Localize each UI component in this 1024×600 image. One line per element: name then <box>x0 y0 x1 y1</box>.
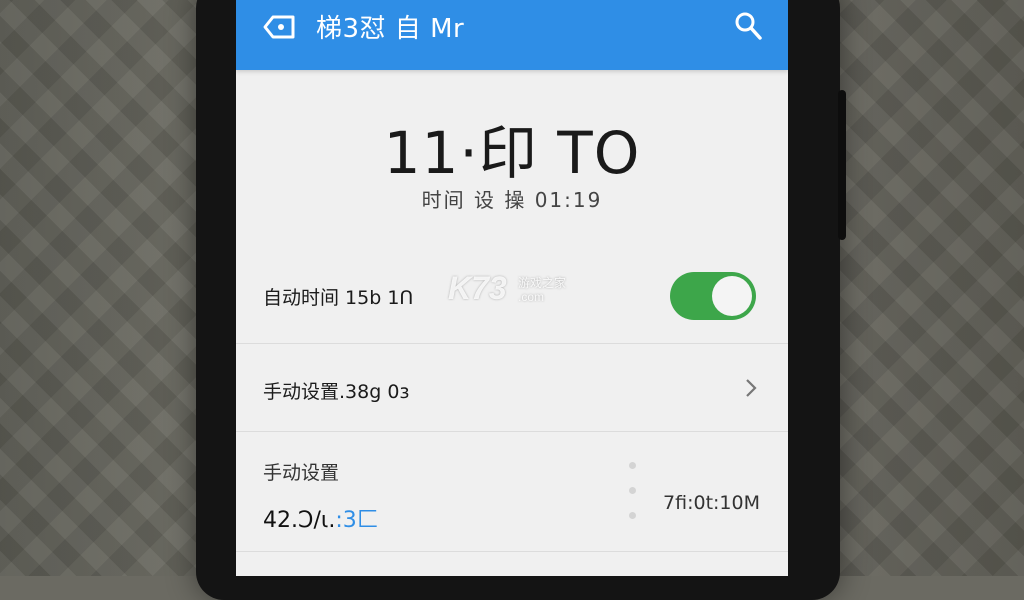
watermark-tagline: 游戏之家 <box>518 276 567 290</box>
manual-setting-row[interactable]: 手动设置.38g 0ɜ <box>236 343 788 432</box>
manual-value[interactable]: 42.Ͻ/ι.:3匚 <box>263 502 379 534</box>
manual-section-label: 手动设置 <box>263 462 340 484</box>
auto-time-row[interactable]: 自动时间 15b 1Ո <box>236 250 788 343</box>
picker-dots <box>628 462 638 552</box>
next-row <box>236 551 788 576</box>
app-title: 梯3怼 自 Mr <box>316 14 465 44</box>
auto-time-label: 自动时间 15b 1Ո <box>263 287 414 309</box>
chevron-right-icon <box>744 378 758 398</box>
toggle-knob <box>712 276 752 316</box>
watermark-brand: K73 <box>448 270 507 306</box>
side-button <box>838 90 846 240</box>
watermark-logo: K73 游戏之家 .com <box>448 270 566 307</box>
clock-display: 11·印 TO <box>383 119 641 187</box>
manual-right-value[interactable]: 7fi:0t:10M <box>663 492 760 514</box>
manual-value-accent: :3匚 <box>335 508 379 533</box>
manual-value-main: 42.Ͻ/ι. <box>263 508 336 533</box>
search-icon[interactable] <box>730 8 766 44</box>
manual-section: 手动设置 42.Ͻ/ι.:3匚 7fi:0t:10M <box>236 431 788 552</box>
watermark-domain: .com <box>518 290 545 304</box>
tag-back-icon[interactable] <box>262 11 296 43</box>
app-bar: 梯3怼 自 Mr <box>236 0 788 70</box>
manual-setting-label: 手动设置.38g 0ɜ <box>263 381 410 403</box>
phone-screen: 梯3怼 自 Mr 11·印 TO 时间 设 操 01:19 自动时间 15b 1… <box>236 0 788 576</box>
clock-subtitle: 时间 设 操 01:19 <box>421 188 603 212</box>
auto-time-toggle[interactable] <box>670 272 756 320</box>
